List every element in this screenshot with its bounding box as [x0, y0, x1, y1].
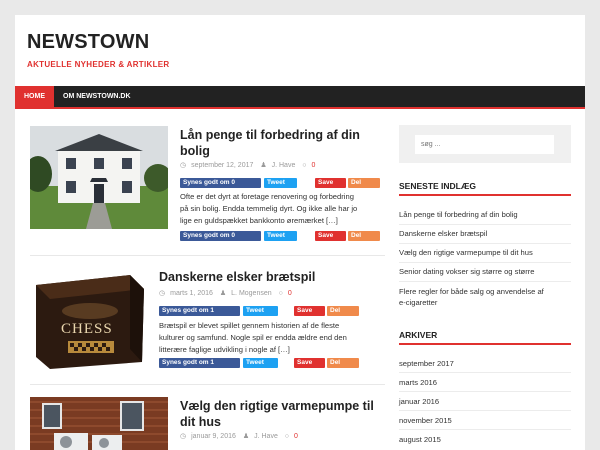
- archive-link[interactable]: november 2015: [399, 415, 452, 426]
- recent-post-link-line[interactable]: e-cigaretter: [399, 297, 571, 308]
- post-divider: [30, 384, 385, 385]
- post-author[interactable]: J. Have: [254, 433, 278, 440]
- post-title-line[interactable]: Vælg den rigtige varmepumpe til: [180, 398, 385, 414]
- site-tagline: AKTUELLE NYHEDER & ARTIKLER: [27, 60, 170, 69]
- pinterest-save-button[interactable]: Save: [294, 358, 325, 368]
- archive-link[interactable]: marts 2016: [399, 377, 437, 388]
- search-widget: [399, 125, 571, 163]
- nav-item-home[interactable]: HOME: [15, 86, 54, 107]
- list-divider: [399, 429, 571, 430]
- facebook-like-button[interactable]: Synes godt om 0: [180, 231, 261, 241]
- post-meta: ◷ marts 1, 2016 ♟ L. Mogensen ○ 0: [159, 289, 297, 297]
- tweet-button[interactable]: Tweet: [264, 231, 297, 241]
- post-author[interactable]: J. Have: [272, 162, 296, 169]
- main-nav: HOME OM NEWSTOWN.DK: [15, 86, 585, 109]
- pinterest-save-button[interactable]: Save: [315, 178, 346, 188]
- archive-link[interactable]: september 2017: [399, 358, 454, 369]
- widget-title-underline: [399, 194, 571, 196]
- search-input[interactable]: [415, 135, 554, 154]
- archive-link[interactable]: august 2015: [399, 434, 441, 445]
- post-title[interactable]: Danskerne elsker brætspil: [159, 269, 379, 285]
- post-date: marts 1, 2016: [170, 290, 213, 297]
- excerpt-line: på sin bolig. Endda temmelig dyrt. Og ik…: [180, 204, 358, 213]
- excerpt-line: Brætspil er blevet spillet gennem histor…: [159, 321, 340, 330]
- facebook-like-button[interactable]: Synes godt om 1: [159, 306, 240, 316]
- recent-post-link[interactable]: Vælg den rigtige varmepumpe til dit hus: [399, 247, 533, 258]
- nav-item-about[interactable]: OM NEWSTOWN.DK: [63, 86, 131, 107]
- post-excerpt: Ofte er det dyrt at foretage renovering …: [180, 191, 390, 227]
- excerpt-line: Ofte er det dyrt at foretage renovering …: [180, 192, 354, 201]
- post-thumbnail-house[interactable]: [30, 126, 168, 229]
- post-date: januar 9, 2016: [191, 433, 236, 440]
- share-button[interactable]: Del: [327, 358, 359, 368]
- recent-posts-title: SENESTE INDLÆG: [399, 181, 476, 191]
- comment-icon: ○: [302, 162, 307, 169]
- list-divider: [399, 391, 571, 392]
- post-meta: ◷ januar 9, 2016 ♟ J. Have ○ 0: [180, 432, 303, 440]
- site-title[interactable]: NEWSTOWN: [27, 31, 149, 54]
- post-title-line[interactable]: Lån penge til forbedring af din: [180, 127, 385, 143]
- clock-icon: ◷: [159, 290, 166, 297]
- pinterest-save-button[interactable]: Save: [315, 231, 346, 241]
- clock-icon: ◷: [180, 433, 187, 440]
- post-title-line[interactable]: dit hus: [180, 414, 385, 430]
- post-thumbnail-heatpump[interactable]: [30, 397, 168, 450]
- comment-icon: ○: [278, 290, 283, 297]
- list-divider: [399, 224, 571, 225]
- widget-title-underline: [399, 343, 571, 345]
- tweet-button[interactable]: Tweet: [264, 178, 297, 188]
- post-divider: [30, 255, 385, 256]
- post-thumbnail-chess[interactable]: CHESS: [30, 267, 148, 372]
- post-date: september 12, 2017: [191, 162, 254, 169]
- post-title[interactable]: Lån penge til forbedring af din bolig: [180, 127, 385, 159]
- share-button[interactable]: Del: [348, 178, 380, 188]
- archive-title: ARKIVER: [399, 330, 438, 340]
- comment-icon: ○: [284, 433, 290, 440]
- post-title[interactable]: Vælg den rigtige varmepumpe til dit hus: [180, 398, 385, 430]
- archive-link[interactable]: januar 2016: [399, 396, 439, 407]
- comment-count[interactable]: 0: [294, 433, 298, 440]
- excerpt-line: kulturer og samfund. Nogle spil er endda…: [159, 333, 347, 342]
- tweet-button[interactable]: Tweet: [243, 306, 278, 316]
- list-divider: [399, 281, 571, 282]
- comment-count[interactable]: 0: [288, 290, 292, 297]
- post-author[interactable]: L. Mogensen: [231, 290, 271, 297]
- share-button[interactable]: Del: [348, 231, 380, 241]
- user-icon: ♟: [219, 290, 227, 297]
- recent-post-link[interactable]: Senior dating vokser sig større og størr…: [399, 266, 534, 277]
- chess-box-text: CHESS: [61, 321, 113, 337]
- excerpt-line: litterære faglige udvikling i nogle af […: [159, 345, 290, 354]
- clock-icon: ◷: [180, 162, 187, 169]
- list-divider: [399, 410, 571, 411]
- pinterest-save-button[interactable]: Save: [294, 306, 325, 316]
- user-icon: ♟: [260, 162, 267, 169]
- post-title-line[interactable]: bolig: [180, 143, 385, 159]
- recent-post-link-line[interactable]: Flere regler for både salg og anvendelse…: [399, 286, 571, 297]
- page: NEWSTOWN AKTUELLE NYHEDER & ARTIKLER HOM…: [15, 15, 585, 450]
- share-bar: Synes godt om 1 Tweet Save Del: [159, 358, 359, 368]
- facebook-like-button[interactable]: Synes godt om 1: [159, 358, 240, 368]
- facebook-like-button[interactable]: Synes godt om 0: [180, 178, 261, 188]
- share-button[interactable]: Del: [327, 306, 359, 316]
- user-icon: ♟: [242, 433, 250, 440]
- list-divider: [399, 372, 571, 373]
- post-title-line[interactable]: Danskerne elsker brætspil: [159, 269, 379, 285]
- recent-post-link[interactable]: Flere regler for både salg og anvendelse…: [399, 286, 571, 308]
- post-excerpt: Brætspil er blevet spillet gennem histor…: [159, 320, 389, 356]
- share-bar: Synes godt om 0 Tweet Save Del: [180, 231, 380, 241]
- recent-post-link[interactable]: Lån penge til forbedring af din bolig: [399, 209, 518, 220]
- list-divider: [399, 243, 571, 244]
- share-bar: Synes godt om 0 Tweet Save Del: [180, 178, 380, 188]
- excerpt-line: lige en guldspækket bankkonto øremærket …: [180, 216, 338, 225]
- post-meta: ◷ september 12, 2017 ♟ J. Have ○ 0: [180, 161, 320, 169]
- share-bar: Synes godt om 1 Tweet Save Del: [159, 306, 359, 316]
- comment-count[interactable]: 0: [312, 162, 316, 169]
- list-divider: [399, 262, 571, 263]
- recent-post-link[interactable]: Danskerne elsker brætspil: [399, 228, 487, 239]
- tweet-button[interactable]: Tweet: [243, 358, 278, 368]
